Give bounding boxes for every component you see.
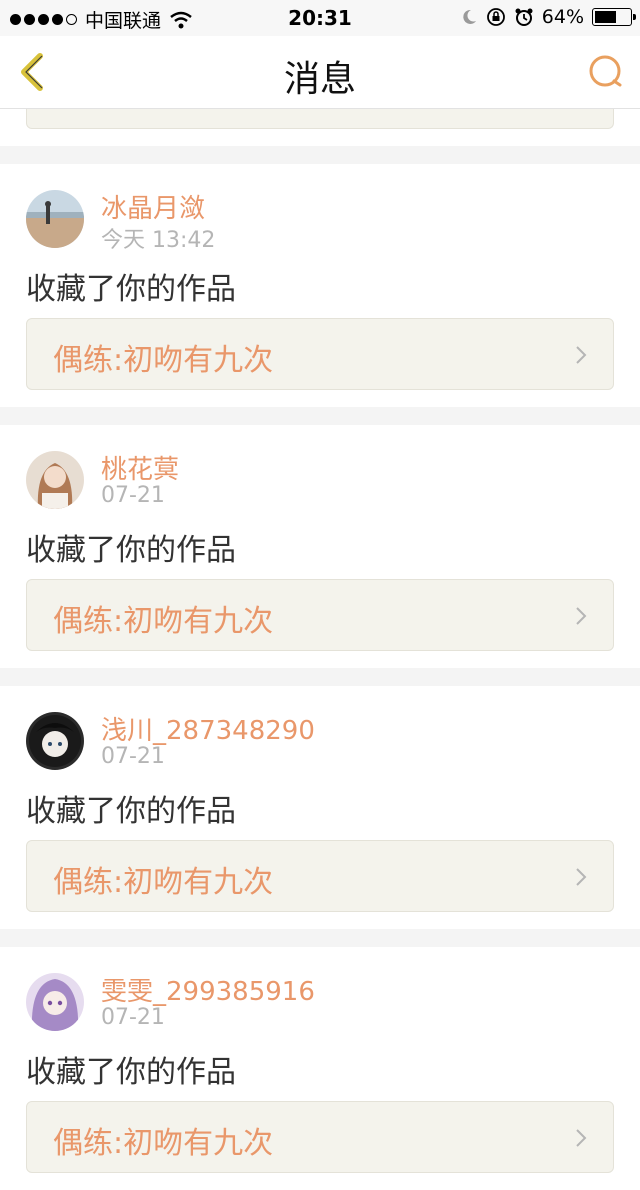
message-card-partial[interactable] bbox=[0, 100, 640, 146]
work-title: 偶练:初吻有九次 bbox=[53, 865, 274, 900]
timestamp: 07-21 bbox=[101, 744, 165, 769]
avatar[interactable] bbox=[26, 451, 84, 509]
status-right: 64% bbox=[460, 6, 636, 28]
moon-icon bbox=[463, 9, 476, 24]
message-text: 收藏了你的作品 bbox=[26, 272, 236, 307]
alarm-icon bbox=[515, 8, 533, 26]
page-title: 消息 bbox=[283, 59, 356, 100]
work-title: 偶练:初吻有九次 bbox=[53, 604, 274, 639]
work-title: 偶练:初吻有九次 bbox=[53, 1126, 274, 1161]
message-card[interactable]: 桃花蓂 07-21 收藏了你的作品 偶练:初吻有九次 bbox=[0, 425, 640, 668]
username[interactable]: 桃花蓂 bbox=[101, 449, 179, 486]
username[interactable]: 雯雯_299385916 bbox=[101, 971, 315, 1008]
message-card[interactable]: 浅川_287348290 07-21 收藏了你的作品 偶练:初吻有九次 bbox=[0, 686, 640, 929]
work-link[interactable]: 偶练:初吻有九次 bbox=[26, 318, 614, 390]
avatar[interactable] bbox=[26, 712, 84, 770]
battery-icon bbox=[592, 8, 636, 26]
timestamp: 07-21 bbox=[101, 1005, 165, 1030]
username[interactable]: 浅川_287348290 bbox=[101, 710, 315, 747]
message-text: 收藏了你的作品 bbox=[26, 1055, 236, 1090]
chevron-right-icon bbox=[576, 346, 587, 364]
timestamp: 07-21 bbox=[101, 483, 165, 508]
avatar[interactable] bbox=[26, 190, 84, 248]
message-text: 收藏了你的作品 bbox=[26, 794, 236, 829]
work-link[interactable]: 偶练:初吻有九次 bbox=[26, 1101, 614, 1173]
nav-bar: 消息 bbox=[0, 36, 640, 109]
chevron-right-icon bbox=[576, 868, 587, 886]
search-button[interactable] bbox=[586, 52, 626, 92]
timestamp: 今天 13:42 bbox=[101, 228, 216, 253]
battery-percent: 64% bbox=[541, 6, 584, 28]
avatar[interactable] bbox=[26, 973, 84, 1031]
message-text: 收藏了你的作品 bbox=[26, 533, 236, 568]
battery-level bbox=[595, 11, 616, 23]
work-link[interactable]: 偶练:初吻有九次 bbox=[26, 840, 614, 912]
work-title: 偶练:初吻有九次 bbox=[53, 343, 274, 378]
message-card[interactable]: 冰晶月潋 今天 13:42 收藏了你的作品 偶练:初吻有九次 bbox=[0, 164, 640, 407]
message-feed[interactable]: 冰晶月潋 今天 13:42 收藏了你的作品 偶练:初吻有九次 桃花蓂 07-21… bbox=[0, 100, 640, 1190]
username[interactable]: 冰晶月潋 bbox=[101, 188, 205, 225]
chevron-right-icon bbox=[576, 607, 587, 625]
work-link[interactable]: 偶练:初吻有九次 bbox=[26, 579, 614, 651]
chevron-right-icon bbox=[576, 1129, 587, 1147]
status-bar: 中国联通 20:31 64% bbox=[0, 0, 640, 36]
rotation-lock-icon bbox=[486, 8, 505, 26]
message-card[interactable]: 雯雯_299385916 07-21 收藏了你的作品 偶练:初吻有九次 bbox=[0, 947, 640, 1190]
